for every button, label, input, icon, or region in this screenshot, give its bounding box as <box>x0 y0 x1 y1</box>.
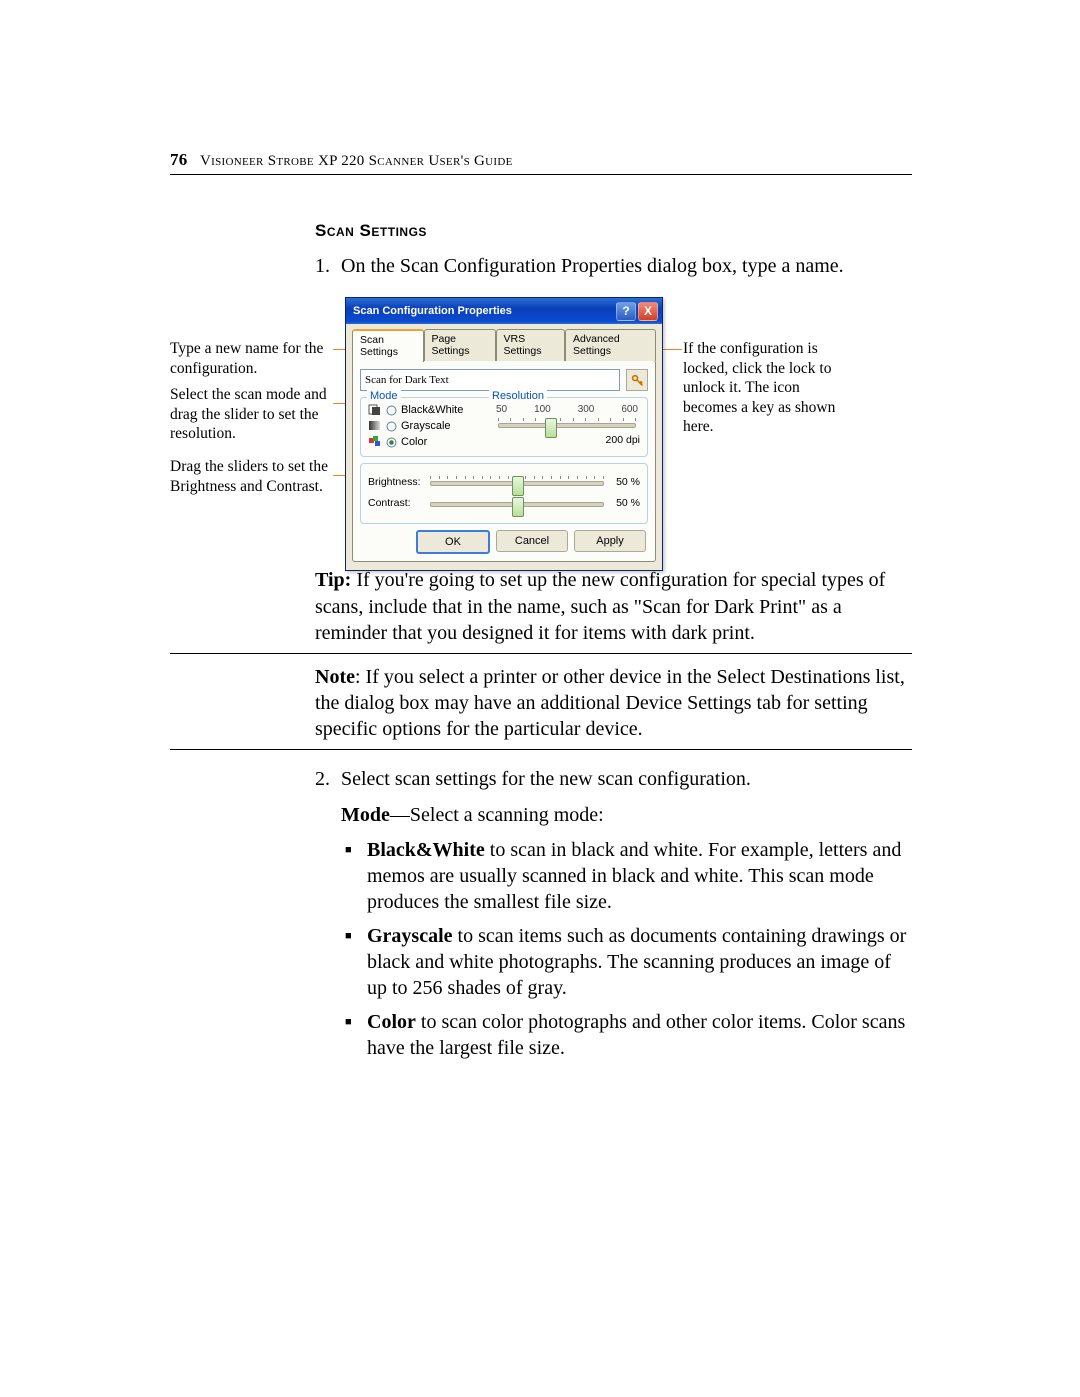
mode-legend: Mode <box>367 390 401 402</box>
apply-button[interactable]: Apply <box>574 530 646 552</box>
contrast-slider[interactable] <box>426 496 608 512</box>
step-2-number: 2. <box>315 766 341 792</box>
brightness-label: Brightness: <box>368 476 420 488</box>
radio-icon <box>386 437 397 448</box>
scan-config-dialog: Scan Configuration Properties ? X Scan S… <box>345 297 663 571</box>
bw-icon <box>368 404 382 416</box>
resolution-legend: Resolution <box>489 390 547 402</box>
bullet-bw: ■ Black&White to scan in black and white… <box>345 837 912 915</box>
help-icon: ? <box>622 304 629 318</box>
step-1-text: On the Scan Configuration Properties dia… <box>341 253 844 279</box>
close-button[interactable]: X <box>638 302 658 321</box>
bullet-icon: ■ <box>345 923 367 1001</box>
tab-page-settings[interactable]: Page Settings <box>424 329 496 361</box>
cancel-button[interactable]: Cancel <box>496 530 568 552</box>
step-2: 2. Select scan settings for the new scan… <box>315 766 912 792</box>
close-icon: X <box>644 304 652 318</box>
mode-intro-text: —Select a scanning mode: <box>390 804 604 826</box>
resolution-value: 200 dpi <box>494 434 640 446</box>
step-1-number: 1. <box>315 253 341 279</box>
bullet-grayscale: ■ Grayscale to scan items such as docume… <box>345 923 912 1001</box>
step-2-text: Select scan settings for the new scan co… <box>341 766 751 792</box>
tip-text: If you're going to set up the new config… <box>315 569 885 644</box>
grayscale-icon <box>368 420 382 432</box>
dialog-titlebar[interactable]: Scan Configuration Properties ? X <box>346 298 662 324</box>
dialog-title: Scan Configuration Properties <box>353 305 512 317</box>
mode-grayscale[interactable]: Grayscale <box>368 420 488 432</box>
callout-mode: Select the scan mode and drag the slider… <box>170 385 333 443</box>
callout-name: Type a new name for the configuration. <box>170 339 333 378</box>
tab-advanced-settings[interactable]: Advanced Settings <box>565 329 656 361</box>
bullet-color: ■ Color to scan color photographs and ot… <box>345 1009 912 1061</box>
tab-scan-settings[interactable]: Scan Settings <box>352 329 424 362</box>
contrast-value: 50 % <box>614 497 640 509</box>
help-button[interactable]: ? <box>616 302 636 321</box>
callout-brightness: Drag the sliders to set the Brightness a… <box>170 457 333 496</box>
contrast-label: Contrast: <box>368 497 420 509</box>
note-label: Note <box>315 666 355 688</box>
bullet-icon: ■ <box>345 1009 367 1061</box>
tab-vrs-settings[interactable]: VRS Settings <box>496 329 566 361</box>
brightness-slider[interactable] <box>426 475 608 491</box>
mode-color[interactable]: Color <box>368 436 488 448</box>
running-header: Visioneer Strobe XP 220 Scanner User's G… <box>200 153 513 170</box>
ok-button[interactable]: OK <box>416 530 490 554</box>
mode-intro-label: Mode <box>341 804 390 826</box>
config-name-input[interactable] <box>360 369 620 391</box>
radio-icon <box>386 405 397 416</box>
callout-lock: If the configuration is locked, click th… <box>683 339 848 436</box>
radio-icon <box>386 421 397 432</box>
key-icon <box>631 374 644 387</box>
mode-bw[interactable]: Black&White <box>368 404 488 416</box>
lock-toggle-button[interactable] <box>626 369 648 391</box>
section-title: Scan Settings <box>315 221 912 241</box>
resolution-slider[interactable] <box>494 417 640 433</box>
page-number: 76 <box>170 150 200 170</box>
bullet-icon: ■ <box>345 837 367 915</box>
brightness-value: 50 % <box>614 476 640 488</box>
step-1: 1. On the Scan Configuration Properties … <box>315 253 912 279</box>
tip-label: Tip: <box>315 569 351 591</box>
note-text: : If you select a printer or other devic… <box>315 666 905 741</box>
color-icon <box>368 436 382 448</box>
